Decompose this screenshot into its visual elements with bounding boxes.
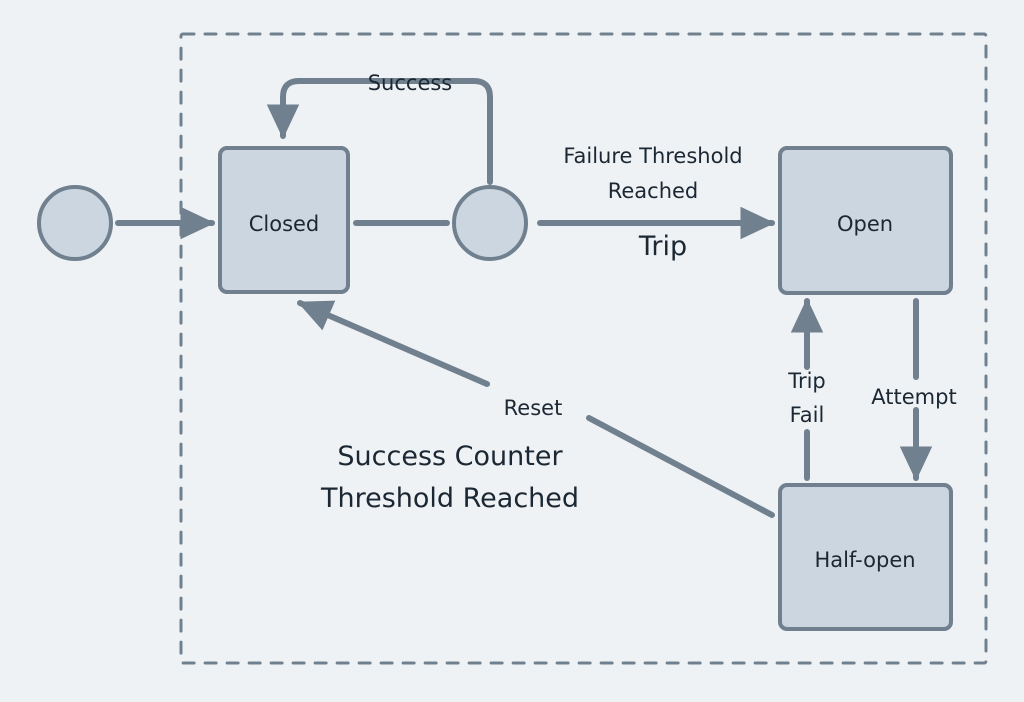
state-closed[interactable]: Closed xyxy=(218,146,350,294)
edge-label-trip-fail-line1: Trip xyxy=(787,369,826,393)
state-half-open[interactable]: Half-open xyxy=(778,483,953,631)
start-node xyxy=(37,185,113,261)
state-diagram: Closed Open Half-open Success Failure Th… xyxy=(0,0,1024,702)
state-closed-label: Closed xyxy=(249,212,320,236)
choice-node xyxy=(452,185,528,261)
edge-label-success-counter: Success Counter xyxy=(337,441,563,472)
state-open[interactable]: Open xyxy=(778,146,953,295)
edge-label-reset: Reset xyxy=(504,396,563,420)
edge-label-trip-fail-line2: Fail xyxy=(790,403,825,427)
edge-label-reached: Reached xyxy=(608,179,699,203)
edge-label-threshold-reached: Threshold Reached xyxy=(320,483,579,514)
edge-label-attempt: Attempt xyxy=(871,385,956,409)
edge-label-failure-threshold: Failure Threshold xyxy=(563,144,742,168)
edge-label-trip: Trip xyxy=(638,231,687,262)
state-open-label: Open xyxy=(837,212,893,236)
edge-label-success: Success xyxy=(368,71,453,95)
diagram-canvas: Closed Open Half-open Success Failure Th… xyxy=(0,0,1024,702)
state-half-open-label: Half-open xyxy=(814,548,915,572)
